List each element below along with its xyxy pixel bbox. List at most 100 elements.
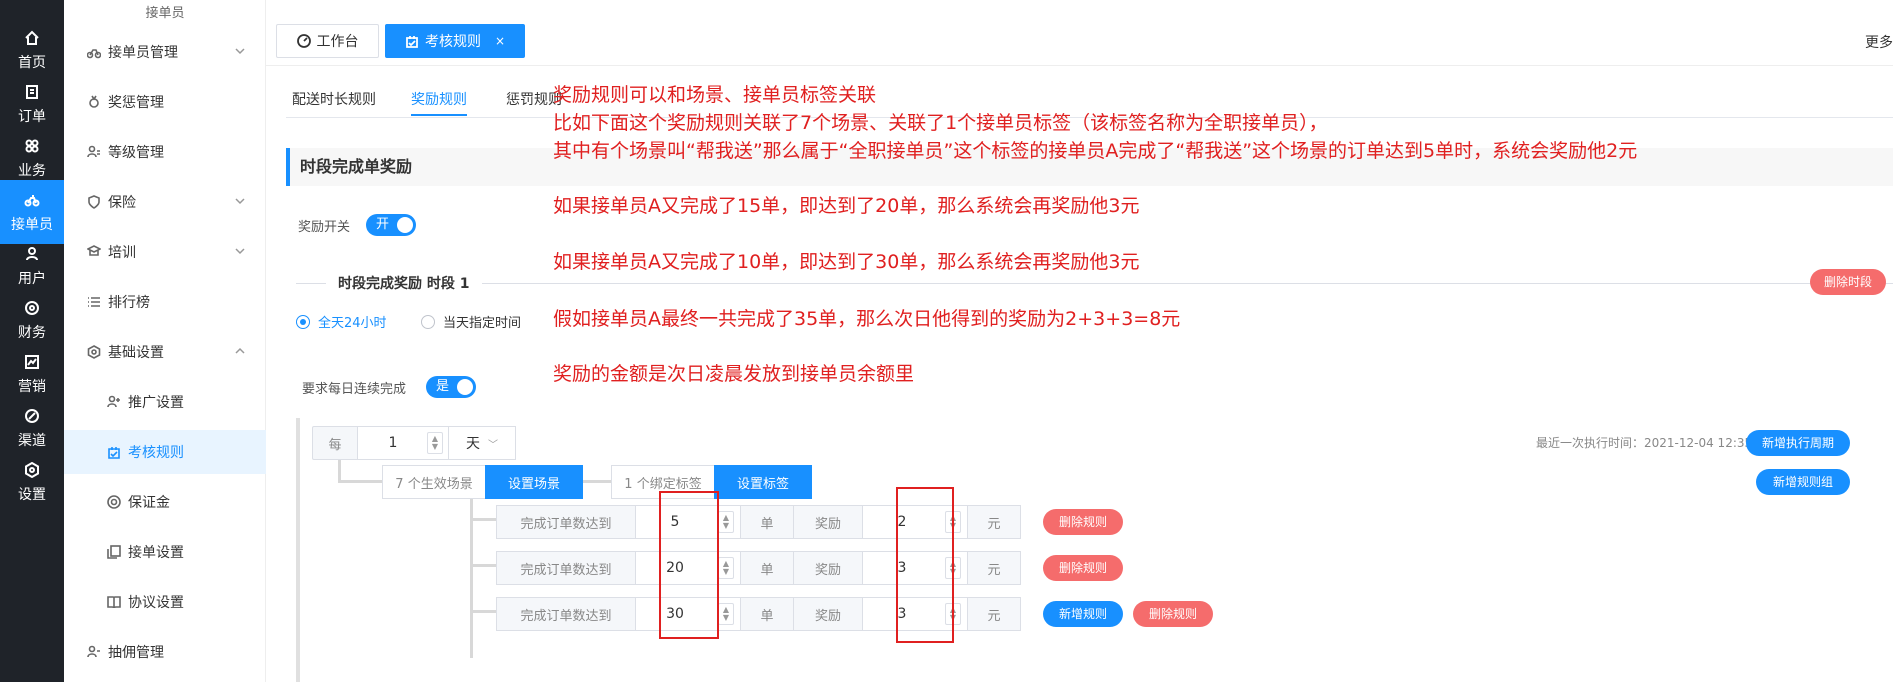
assess-icon: [406, 36, 418, 48]
radio-all-day[interactable]: 全天24小时: [296, 312, 387, 331]
submenu-insurance[interactable]: 保险: [64, 180, 266, 224]
dashboard-icon: [296, 34, 311, 48]
submenu-deposit[interactable]: 保证金: [64, 480, 266, 524]
period-title: 时段完成奖励 时段 1: [326, 273, 482, 293]
commission-icon: [86, 644, 102, 660]
submenu-training[interactable]: 培训: [64, 230, 266, 274]
radio-specific-time-label: 当天指定时间: [443, 316, 522, 331]
annotation-note: 其中有个场景叫“帮我送”那么属于“全职接单员”这个标签的接单员A完成了“帮我送”…: [553, 140, 1638, 162]
submenu-label: 抽佣管理: [108, 645, 164, 661]
marketing-icon: [24, 352, 40, 372]
submenu-agreement[interactable]: 协议设置: [64, 580, 266, 624]
close-icon[interactable]: ×: [495, 34, 505, 48]
rule-amount-stepper[interactable]: ▲ ▼: [945, 603, 961, 625]
cycle-count-stepper[interactable]: ▲ ▼: [427, 432, 443, 454]
submenu-promotion[interactable]: 推广设置: [64, 380, 266, 424]
rule-count-stepper[interactable]: ▲ ▼: [718, 603, 734, 625]
tab-delivery-duration[interactable]: 配送时长规则: [292, 86, 376, 114]
submenu-label: 协议设置: [128, 595, 184, 611]
rule-currency-label: 元: [967, 597, 1021, 631]
finance-icon: [24, 298, 40, 318]
submenu-label: 接单设置: [128, 545, 184, 561]
submenu-assessment-rules[interactable]: 考核规则: [64, 430, 266, 474]
reward-switch[interactable]: 开: [366, 214, 416, 236]
add-rule-group-button[interactable]: 新增规则组: [1756, 469, 1850, 495]
submenu-header: 接单员: [145, 6, 185, 21]
rule-amount-stepper[interactable]: ▲ ▼: [945, 511, 961, 533]
submenu-label: 保险: [108, 195, 136, 211]
set-scene-button[interactable]: 设置场景: [485, 465, 583, 499]
delete-rule-button[interactable]: 删除规则: [1043, 555, 1123, 581]
rule-currency-label: 元: [967, 551, 1021, 585]
nav-settings-label: 设置: [18, 487, 46, 503]
radio-specific-time[interactable]: 当天指定时间: [421, 312, 521, 331]
rule-currency-label: 元: [967, 505, 1021, 539]
rule-count-stepper[interactable]: ▲ ▼: [718, 511, 734, 533]
submenu-order-settings[interactable]: 接单设置: [64, 530, 266, 574]
submenu-basic-settings[interactable]: 基础设置: [64, 330, 266, 374]
nav-home-label: 首页: [18, 55, 46, 71]
main-nav-rail: 首页 订单 业务 接单员 用户 财务 营销 渠道 设置: [0, 0, 64, 682]
submenu-label: 排行榜: [108, 295, 150, 311]
nav-marketing-label: 营销: [18, 379, 46, 395]
submenu-label: 保证金: [128, 495, 170, 511]
chevron-up-icon: [234, 345, 246, 357]
nav-settings[interactable]: 设置: [0, 450, 64, 514]
list-icon: [86, 294, 102, 310]
rule-count-value: 30: [666, 606, 684, 622]
submenu-level[interactable]: 等级管理: [64, 130, 266, 174]
delete-period-button[interactable]: 删除时段: [1810, 269, 1886, 295]
hexagon-icon: [86, 344, 102, 360]
set-tag-button[interactable]: 设置标签: [714, 465, 812, 499]
annotation-note: 如果接单员A又完成了15单，即达到了20单，那么系统会再奖励他3元: [553, 195, 1140, 217]
submenu-rider-management[interactable]: 接单员管理: [64, 30, 266, 74]
radio-dot: [296, 314, 310, 329]
add-rule-button[interactable]: 新增规则: [1043, 601, 1123, 627]
rule-unit-label: 单: [740, 597, 794, 631]
annotation-note: 假如接单员A最终一共完成了35单，那么次日他得到的奖励为2+3+3=8元: [553, 308, 1181, 330]
tab-assessment-label: 考核规则: [424, 34, 481, 50]
app-root: 首页 订单 业务 接单员 用户 财务 营销 渠道 设置 接单员 接单员管理 奖惩…: [0, 0, 1893, 682]
assess-icon: [106, 444, 122, 460]
deposit-icon: [106, 494, 122, 510]
continuous-switch[interactable]: 是: [426, 376, 476, 398]
main-content: 配送时长规则 奖励规则 惩罚规则 时段完成单奖励 奖励开关 开 时段完成奖励 时…: [266, 66, 1893, 682]
tab-workbench[interactable]: 工作台: [276, 24, 379, 58]
shield-icon: [86, 194, 102, 210]
more-tabs-button[interactable]: 更多: [1865, 32, 1893, 52]
submenu-commission[interactable]: 抽佣管理: [64, 630, 266, 674]
rule-condition-label: 完成订单数达到: [496, 597, 636, 631]
annotation-note: 奖励的金额是次日凌晨发放到接单员余额里: [553, 363, 915, 385]
submenu-label: 考核规则: [128, 445, 184, 461]
add-cycle-button[interactable]: 新增执行周期: [1746, 430, 1850, 456]
submenu-label: 培训: [108, 245, 136, 261]
tab-reward-rules[interactable]: 奖励规则: [411, 86, 467, 116]
reward-switch-label: 奖励开关: [298, 220, 351, 235]
chevron-down-icon: [234, 45, 246, 57]
rule-unit-label: 单: [740, 551, 794, 585]
rule-group: 每 1 ▲ ▼ 天 ﹀ 最近一次执行时间：2021-12-04 12:35:03 新…: [296, 418, 1893, 682]
radio-dot: [421, 314, 435, 329]
rule-count-value: 5: [670, 514, 680, 530]
rule-amount-stepper[interactable]: ▲ ▼: [945, 557, 961, 579]
bound-tags-count: 1 个绑定标签: [611, 465, 715, 499]
page-tabs-bar: 工作台 考核规则 × 更多: [266, 0, 1893, 66]
tab-workbench-label: 工作台: [316, 34, 359, 50]
tab-assessment-rules[interactable]: 考核规则 ×: [385, 24, 525, 58]
business-icon: [24, 136, 40, 156]
tree-connector: [470, 564, 496, 567]
delete-rule-button[interactable]: 删除规则: [1043, 509, 1123, 535]
submenu-reward-punish[interactable]: 奖惩管理: [64, 80, 266, 124]
nav-finance-label: 财务: [18, 325, 46, 341]
delete-rule-button[interactable]: 删除规则: [1133, 601, 1213, 627]
tree-connector: [470, 518, 496, 521]
submenu-label: 基础设置: [108, 345, 164, 361]
cycle-unit-value: 天: [466, 436, 480, 452]
annotation-note: 比如下面这个奖励规则关联了7个场景、关联了1个接单员标签（该标签名称为全职接单员…: [553, 112, 1328, 134]
cycle-unit-select[interactable]: 天 ﹀: [448, 426, 516, 460]
medal-icon: [86, 94, 102, 110]
submenu-ranking[interactable]: 排行榜: [64, 280, 266, 324]
annotation-note: 奖励规则可以和场景、接单员标签关联: [553, 84, 877, 106]
book-icon: [106, 594, 122, 610]
rule-count-stepper[interactable]: ▲ ▼: [718, 557, 734, 579]
